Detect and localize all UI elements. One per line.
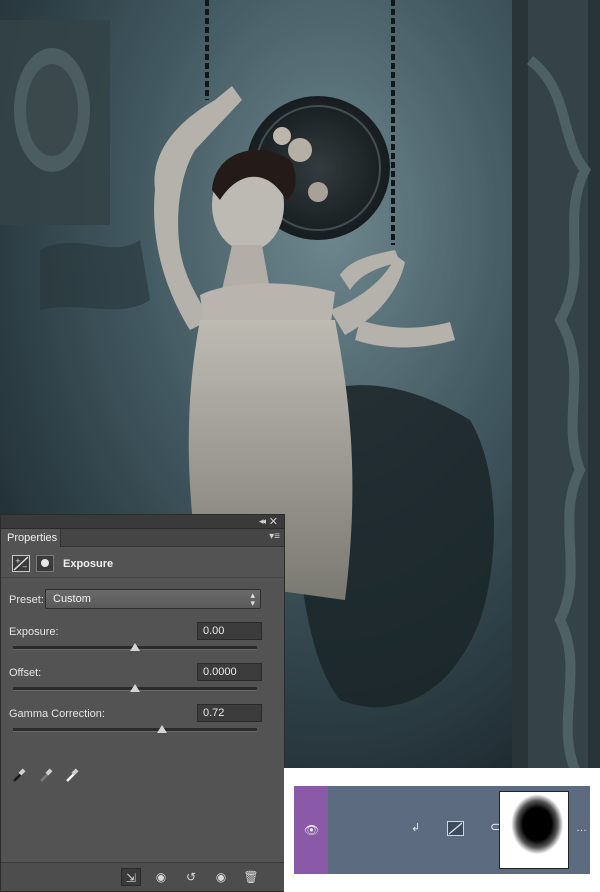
layer-mask-thumbnail[interactable] bbox=[499, 791, 569, 869]
gamma-correction-label: Gamma Correction: bbox=[9, 708, 105, 720]
preset-dropdown[interactable]: Custom ▴ ▾ bbox=[45, 589, 261, 609]
eyedropper-black-icon[interactable] bbox=[12, 767, 26, 783]
reset-icon[interactable]: ↺ bbox=[181, 868, 201, 886]
panel-footer: ⇲ ◉ ↺ ◉ 🗑 bbox=[1, 862, 284, 891]
panel-tab-bar: Properties ▾≡ bbox=[1, 529, 284, 547]
offset-slider-track[interactable] bbox=[13, 684, 257, 692]
layers-panel-crop: 👁 ↲ ⊂⊃ … bbox=[284, 768, 600, 892]
eye-icon[interactable]: 👁 bbox=[304, 823, 319, 837]
preset-label: Preset: bbox=[9, 594, 44, 606]
clip-arrow-icon: ↲ bbox=[411, 822, 421, 834]
exposure-adjustment-icon[interactable] bbox=[447, 821, 464, 836]
delete-trash-icon[interactable]: 🗑 bbox=[241, 868, 261, 886]
offset-input[interactable]: 0.0000 bbox=[197, 663, 262, 681]
gamma-slider-thumb[interactable] bbox=[156, 725, 167, 733]
properties-panel: ◂◂ ✕ Properties ▾≡ + − Exposure Preset: … bbox=[0, 514, 285, 892]
exposure-input[interactable]: 0.00 bbox=[197, 622, 262, 640]
exposure-slider-thumb[interactable] bbox=[130, 643, 140, 651]
more-icon: … bbox=[576, 822, 587, 834]
preset-value: Custom bbox=[53, 593, 91, 605]
gamma-slider-track[interactable] bbox=[13, 725, 257, 733]
eyedropper-gray-icon[interactable] bbox=[39, 767, 53, 783]
panel-menu-icon[interactable]: ▾≡ bbox=[269, 531, 280, 542]
adjustment-title: Exposure bbox=[63, 558, 114, 570]
svg-text:−: − bbox=[22, 563, 28, 571]
gamma-correction-input[interactable]: 0.72 bbox=[197, 704, 262, 722]
layer-row-exposure[interactable]: 👁 ↲ ⊂⊃ … bbox=[294, 786, 590, 874]
view-previous-state-icon[interactable]: ◉ bbox=[151, 868, 171, 886]
clip-to-layer-button[interactable]: ⇲ bbox=[121, 868, 141, 886]
eyedropper-white-icon[interactable] bbox=[65, 767, 79, 783]
tab-properties[interactable]: Properties bbox=[1, 529, 61, 547]
exposure-label: Exposure: bbox=[9, 626, 59, 638]
updown-arrows-icon: ▴ ▾ bbox=[250, 590, 255, 608]
exposure-slider-track[interactable] bbox=[13, 643, 257, 651]
adjustment-header: + − Exposure bbox=[1, 548, 284, 578]
offset-label: Offset: bbox=[9, 667, 42, 679]
collapse-icon[interactable]: ◂◂ bbox=[259, 516, 266, 527]
visibility-eye-icon[interactable]: ◉ bbox=[211, 868, 231, 886]
close-icon[interactable]: ✕ bbox=[269, 515, 278, 528]
svg-text:+: + bbox=[15, 557, 21, 565]
offset-slider-thumb[interactable] bbox=[130, 684, 140, 692]
exposure-adjustment-icon[interactable]: + − bbox=[12, 555, 30, 572]
layer-mask-icon[interactable] bbox=[36, 555, 54, 572]
panel-title-strip: ◂◂ ✕ bbox=[1, 515, 284, 529]
